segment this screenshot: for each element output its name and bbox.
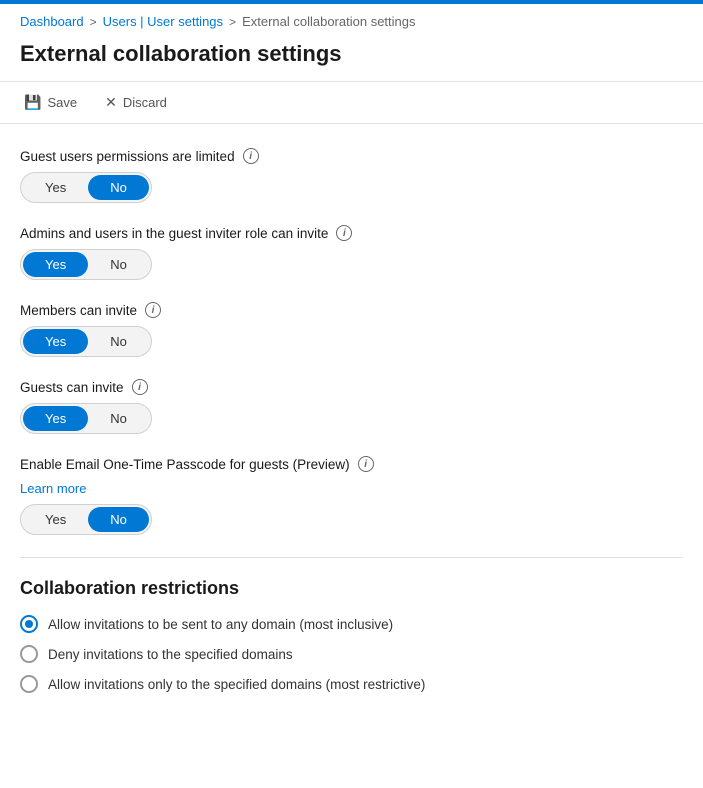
- toggle-guests-invite: Yes No: [20, 403, 152, 434]
- setting-text-guest-permissions: Guest users permissions are limited: [20, 149, 235, 164]
- setting-label-admins-invite: Admins and users in the guest inviter ro…: [20, 225, 683, 241]
- breadcrumb-dashboard[interactable]: Dashboard: [20, 14, 84, 29]
- setting-email-otp: Enable Email One-Time Passcode for guest…: [20, 456, 683, 535]
- radio-allow-any[interactable]: Allow invitations to be sent to any doma…: [20, 615, 683, 633]
- setting-label-members-invite: Members can invite i: [20, 302, 683, 318]
- radio-label-allow-only-specified: Allow invitations only to the specified …: [48, 677, 425, 692]
- breadcrumb-users[interactable]: Users | User settings: [103, 14, 223, 29]
- setting-label-guests-invite: Guests can invite i: [20, 379, 683, 395]
- toggle-yes-email-otp[interactable]: Yes: [23, 507, 88, 532]
- discard-label: Discard: [123, 95, 167, 110]
- save-icon: 💾: [24, 94, 41, 111]
- toggle-yes-guest-permissions[interactable]: Yes: [23, 175, 88, 200]
- toggle-no-guest-permissions[interactable]: No: [88, 175, 149, 200]
- setting-text-admins-invite: Admins and users in the guest inviter ro…: [20, 226, 328, 241]
- discard-icon: ✕: [105, 94, 117, 111]
- save-button[interactable]: 💾 Save: [20, 92, 81, 113]
- toggle-no-guests-invite[interactable]: No: [88, 406, 149, 431]
- setting-members-invite: Members can invite i Yes No: [20, 302, 683, 357]
- setting-text-members-invite: Members can invite: [20, 303, 137, 318]
- setting-label-email-otp: Enable Email One-Time Passcode for guest…: [20, 456, 683, 472]
- radio-allow-only-specified[interactable]: Allow invitations only to the specified …: [20, 675, 683, 693]
- toggle-yes-members-invite[interactable]: Yes: [23, 329, 88, 354]
- radio-circle-allow-any: [20, 615, 38, 633]
- toggle-guest-permissions: Yes No: [20, 172, 152, 203]
- setting-label-guest-permissions: Guest users permissions are limited i: [20, 148, 683, 164]
- toggle-email-otp: Yes No: [20, 504, 152, 535]
- toggle-yes-admins-invite[interactable]: Yes: [23, 252, 88, 277]
- setting-guests-invite: Guests can invite i Yes No: [20, 379, 683, 434]
- toggle-no-email-otp[interactable]: No: [88, 507, 149, 532]
- setting-admins-invite: Admins and users in the guest inviter ro…: [20, 225, 683, 280]
- collaboration-restrictions-heading: Collaboration restrictions: [20, 578, 683, 599]
- section-divider: [20, 557, 683, 558]
- setting-guest-permissions: Guest users permissions are limited i Ye…: [20, 148, 683, 203]
- radio-circle-deny-specified: [20, 645, 38, 663]
- breadcrumb: Dashboard > Users | User settings > Exte…: [0, 4, 703, 37]
- info-icon-email-otp[interactable]: i: [358, 456, 374, 472]
- toggle-no-members-invite[interactable]: No: [88, 329, 149, 354]
- toolbar: 💾 Save ✕ Discard: [0, 82, 703, 124]
- save-label: Save: [47, 95, 77, 110]
- discard-button[interactable]: ✕ Discard: [101, 92, 171, 113]
- page-title: External collaboration settings: [0, 37, 703, 82]
- radio-label-deny-specified: Deny invitations to the specified domain…: [48, 647, 293, 662]
- radio-group-collaboration: Allow invitations to be sent to any doma…: [20, 615, 683, 693]
- radio-circle-allow-only-specified: [20, 675, 38, 693]
- toggle-members-invite: Yes No: [20, 326, 152, 357]
- info-icon-guest-permissions[interactable]: i: [243, 148, 259, 164]
- setting-text-guests-invite: Guests can invite: [20, 380, 124, 395]
- toggle-yes-guests-invite[interactable]: Yes: [23, 406, 88, 431]
- setting-text-email-otp: Enable Email One-Time Passcode for guest…: [20, 457, 350, 472]
- breadcrumb-current: External collaboration settings: [242, 14, 415, 29]
- toggle-no-admins-invite[interactable]: No: [88, 252, 149, 277]
- info-icon-admins-invite[interactable]: i: [336, 225, 352, 241]
- info-icon-guests-invite[interactable]: i: [132, 379, 148, 395]
- breadcrumb-sep-1: >: [90, 15, 97, 29]
- radio-label-allow-any: Allow invitations to be sent to any doma…: [48, 617, 393, 632]
- radio-deny-specified[interactable]: Deny invitations to the specified domain…: [20, 645, 683, 663]
- content-area: Guest users permissions are limited i Ye…: [0, 124, 703, 717]
- learn-more-link[interactable]: Learn more: [20, 481, 86, 496]
- breadcrumb-sep-2: >: [229, 15, 236, 29]
- info-icon-members-invite[interactable]: i: [145, 302, 161, 318]
- toggle-admins-invite: Yes No: [20, 249, 152, 280]
